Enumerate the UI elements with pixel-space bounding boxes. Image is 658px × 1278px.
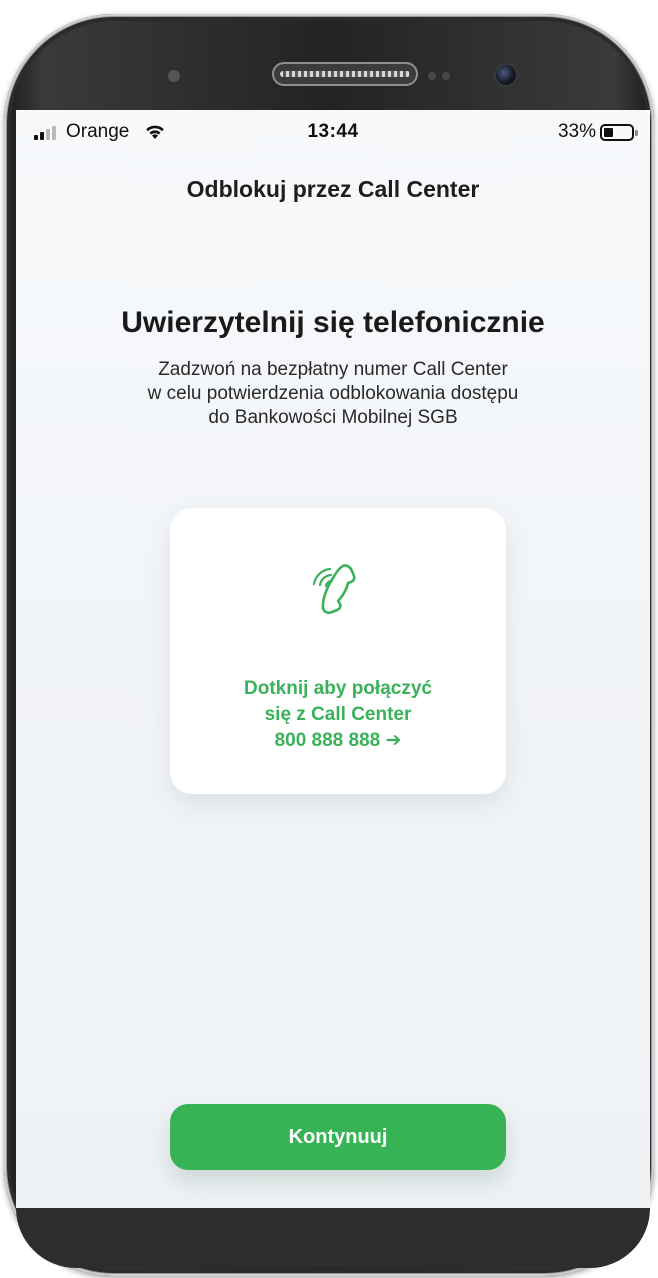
description-line: w celu potwierdzenia odblokowania dostęp… xyxy=(147,383,519,404)
front-camera xyxy=(496,65,516,85)
description-line: Zadzwoń na bezpłatny numer Call Center xyxy=(158,359,508,380)
section-headline: Uwierzytelnij się telefonicznie xyxy=(121,306,545,339)
battery-percent: 33% xyxy=(557,121,596,142)
phone-bottom-bezel xyxy=(16,1208,650,1268)
call-center-card[interactable]: Dotknij aby połączyć się z Call Center 8… xyxy=(170,508,506,794)
call-card-phone-number[interactable]: 800 888 888 ➔ xyxy=(170,728,506,754)
description: Zadzwoń na bezpłatny numer Call Center w… xyxy=(16,358,650,430)
status-time: 13:44 xyxy=(307,121,359,142)
proximity-sensor xyxy=(168,70,180,82)
sensor-dot xyxy=(442,72,450,80)
description-line: do Bankowości Mobilnej SGB xyxy=(208,407,458,428)
app-screen: Orange 13:44 33% Odblokuj przez Call Cen… xyxy=(16,110,650,1208)
sensor-dot xyxy=(428,72,436,80)
earpiece-speaker xyxy=(272,62,418,86)
call-card-line: się z Call Center xyxy=(264,704,412,725)
call-card-text: Dotknij aby połączyć się z Call Center 8… xyxy=(170,676,506,754)
status-bar: Orange 13:44 33% xyxy=(16,110,650,156)
page-title: Odblokuj przez Call Center xyxy=(186,176,480,202)
phone-frame: Orange 13:44 33% Odblokuj przez Call Cen… xyxy=(4,14,654,1276)
call-card-line: Dotknij aby połączyć xyxy=(244,678,432,699)
continue-button[interactable]: Kontynuuj xyxy=(170,1104,506,1170)
phone-ringing-icon xyxy=(313,564,356,615)
battery-icon xyxy=(600,124,638,141)
